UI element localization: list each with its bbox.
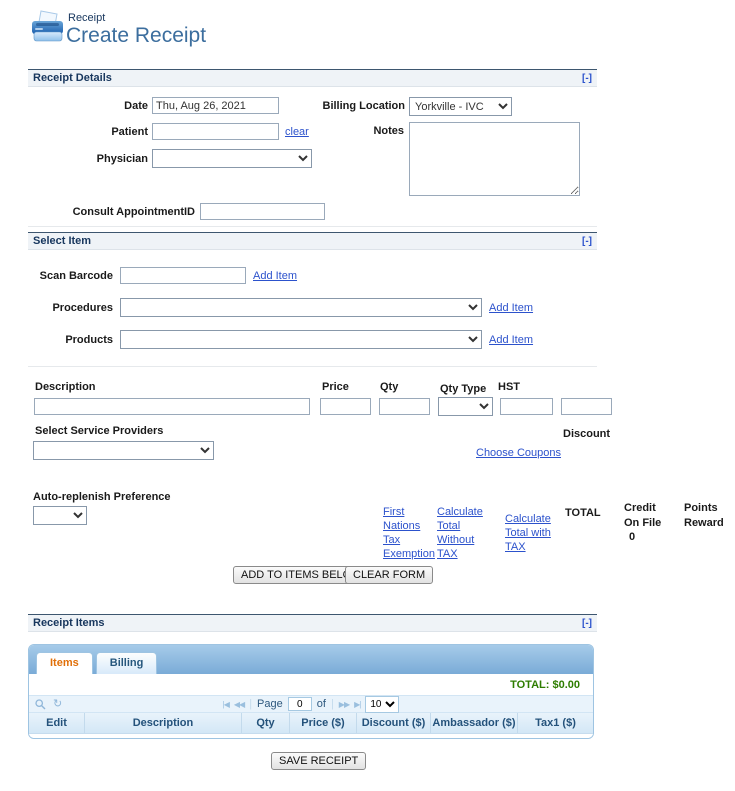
service-providers-label: Select Service Providers bbox=[35, 425, 163, 437]
receipt-total: TOTAL: $0.00 bbox=[29, 674, 593, 695]
section-header-select-item: Select Item [-] bbox=[28, 232, 597, 250]
notes-textarea[interactable] bbox=[409, 122, 580, 196]
section-header-receipt-details: Receipt Details [-] bbox=[28, 69, 597, 87]
tab-bar: Items Billing bbox=[29, 645, 593, 674]
scan-barcode-input[interactable] bbox=[120, 267, 246, 284]
pager-prev-icon[interactable]: ◀◀ bbox=[234, 700, 244, 709]
calculate-total-with-tax-link[interactable]: Calculate Total with TAX bbox=[505, 512, 557, 554]
column-header-price: Price ($) bbox=[290, 713, 357, 733]
page-label: Page bbox=[257, 698, 283, 710]
qty-type-label: Qty Type bbox=[440, 383, 486, 395]
section-title: Receipt Details bbox=[33, 72, 112, 84]
collapse-toggle[interactable]: [-] bbox=[582, 236, 592, 247]
page-title: Create Receipt bbox=[66, 24, 206, 48]
of-label: of bbox=[317, 698, 326, 710]
clear-link[interactable]: clear bbox=[285, 126, 309, 138]
first-nations-tax-exemption-link[interactable]: First Nations Tax Exemption bbox=[383, 505, 431, 561]
procedures-select[interactable] bbox=[120, 298, 482, 317]
breadcrumb: Receipt bbox=[68, 12, 105, 24]
pager: |◀ ◀◀ | Page of | ▶▶ ▶| 10 bbox=[223, 696, 400, 713]
add-item-link[interactable]: Add Item bbox=[253, 270, 297, 282]
printer-icon bbox=[28, 8, 68, 48]
hst-input[interactable] bbox=[500, 398, 553, 415]
grid-body-empty bbox=[29, 734, 593, 739]
credit-on-file-label: Credit On File bbox=[624, 501, 674, 531]
pager-next-icon[interactable]: ▶▶ bbox=[339, 700, 349, 709]
tab-items[interactable]: Items bbox=[36, 652, 93, 674]
total-label: TOTAL bbox=[565, 507, 601, 519]
pager-first-icon[interactable]: |◀ bbox=[223, 700, 229, 709]
discount-input[interactable] bbox=[561, 398, 612, 415]
section-title: Select Item bbox=[33, 235, 91, 247]
section-header-receipt-items: Receipt Items [-] bbox=[28, 614, 597, 632]
date-input[interactable] bbox=[152, 97, 279, 114]
column-header-qty: Qty bbox=[242, 713, 290, 733]
products-select[interactable] bbox=[120, 330, 482, 349]
choose-coupons-link[interactable]: Choose Coupons bbox=[476, 447, 561, 459]
column-header-tax1: Tax1 ($) bbox=[518, 713, 593, 733]
patient-label: Patient bbox=[28, 126, 148, 138]
section-divider bbox=[28, 226, 597, 227]
tab-billing[interactable]: Billing bbox=[96, 652, 158, 674]
hst-label: HST bbox=[498, 381, 520, 393]
add-item-link[interactable]: Add Item bbox=[489, 334, 533, 346]
pager-separator: | bbox=[249, 698, 252, 710]
auto-replenish-label: Auto-replenish Preference bbox=[33, 491, 171, 503]
collapse-toggle[interactable]: [-] bbox=[582, 618, 592, 629]
table-header-row: Edit Description Qty Price ($) Discount … bbox=[29, 713, 593, 734]
column-header-edit: Edit bbox=[29, 713, 85, 733]
page-input[interactable] bbox=[288, 697, 312, 711]
credit-on-file-value: 0 bbox=[629, 531, 635, 543]
billing-location-label: Billing Location bbox=[310, 100, 405, 112]
column-header-discount: Discount ($) bbox=[357, 713, 431, 733]
patient-input[interactable] bbox=[152, 123, 279, 140]
qty-type-select[interactable] bbox=[438, 397, 493, 416]
points-reward-label: Points Reward bbox=[684, 501, 730, 531]
scan-barcode-label: Scan Barcode bbox=[28, 270, 113, 282]
consult-appointmentid-label: Consult AppointmentID bbox=[28, 206, 195, 218]
pager-separator: | bbox=[331, 698, 334, 710]
date-label: Date bbox=[28, 100, 148, 112]
refresh-icon[interactable]: ↻ bbox=[53, 699, 62, 709]
pager-last-icon[interactable]: ▶| bbox=[354, 700, 360, 709]
section-divider bbox=[28, 366, 597, 367]
save-receipt-button[interactable]: SAVE RECEIPT bbox=[271, 752, 366, 770]
price-input[interactable] bbox=[320, 398, 371, 415]
receipt-items-panel: Items Billing TOTAL: $0.00 ↻ |◀ ◀◀ | Pag… bbox=[28, 644, 594, 739]
consult-appointmentid-input[interactable] bbox=[200, 203, 325, 220]
description-input[interactable] bbox=[34, 398, 310, 415]
clear-form-button[interactable]: CLEAR FORM bbox=[345, 566, 433, 584]
description-label: Description bbox=[35, 381, 96, 393]
discount-label: Discount bbox=[563, 428, 610, 440]
auto-replenish-select[interactable] bbox=[33, 506, 87, 525]
collapse-toggle[interactable]: [-] bbox=[582, 73, 592, 84]
grid-toolbar: ↻ |◀ ◀◀ | Page of | ▶▶ ▶| 10 bbox=[29, 695, 593, 713]
add-item-link[interactable]: Add Item bbox=[489, 302, 533, 314]
physician-label: Physician bbox=[28, 153, 148, 165]
search-icon[interactable] bbox=[35, 699, 46, 710]
billing-location-select[interactable]: Yorkville - IVC bbox=[409, 97, 512, 116]
column-header-description: Description bbox=[85, 713, 242, 733]
notes-label: Notes bbox=[330, 125, 404, 137]
page-size-select[interactable]: 10 bbox=[365, 696, 399, 713]
procedures-label: Procedures bbox=[28, 302, 113, 314]
calculate-total-without-tax-link[interactable]: Calculate Total Without TAX bbox=[437, 505, 489, 561]
column-header-ambassador: Ambassador ($) bbox=[431, 713, 518, 733]
price-label: Price bbox=[322, 381, 349, 393]
section-title: Receipt Items bbox=[33, 617, 105, 629]
products-label: Products bbox=[28, 334, 113, 346]
service-providers-select[interactable] bbox=[33, 441, 214, 460]
qty-label: Qty bbox=[380, 381, 398, 393]
qty-input[interactable] bbox=[379, 398, 430, 415]
physician-select[interactable] bbox=[152, 149, 312, 168]
